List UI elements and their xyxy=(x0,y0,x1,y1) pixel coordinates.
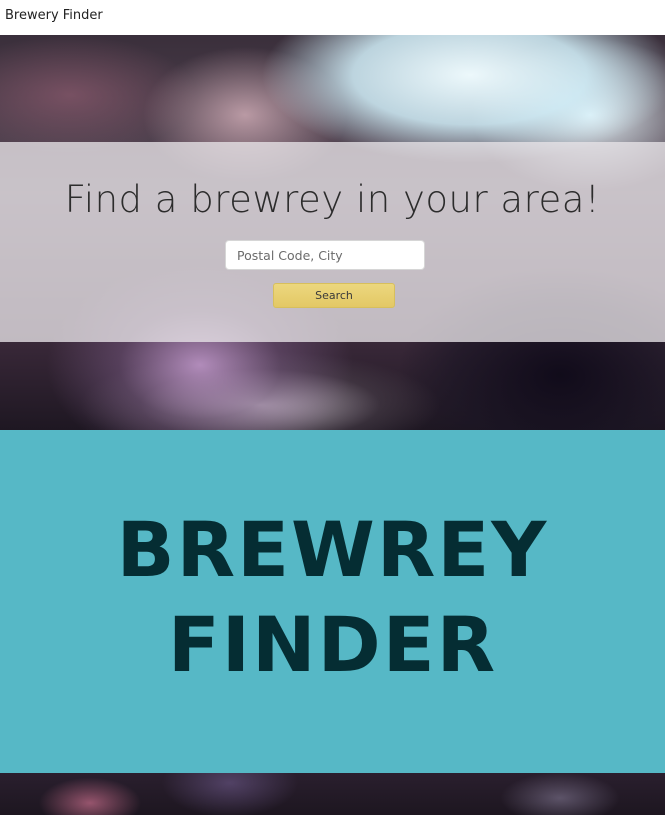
footer-background-image xyxy=(0,773,665,815)
top-navbar: Brewery Finder xyxy=(0,0,665,35)
hero-title: Find a brewrey in your area! xyxy=(64,178,601,221)
brand-link[interactable]: Brewery Finder xyxy=(5,8,103,24)
banner-title-line-2: FINDER xyxy=(167,600,498,689)
location-search-input[interactable] xyxy=(225,240,425,270)
search-button[interactable]: Search xyxy=(273,283,395,308)
brewery-finder-banner: BREWREY FINDER xyxy=(0,430,665,773)
hero-section: Find a brewrey in your area! Search xyxy=(0,35,665,430)
banner-title-line-1: BREWREY xyxy=(116,505,549,594)
